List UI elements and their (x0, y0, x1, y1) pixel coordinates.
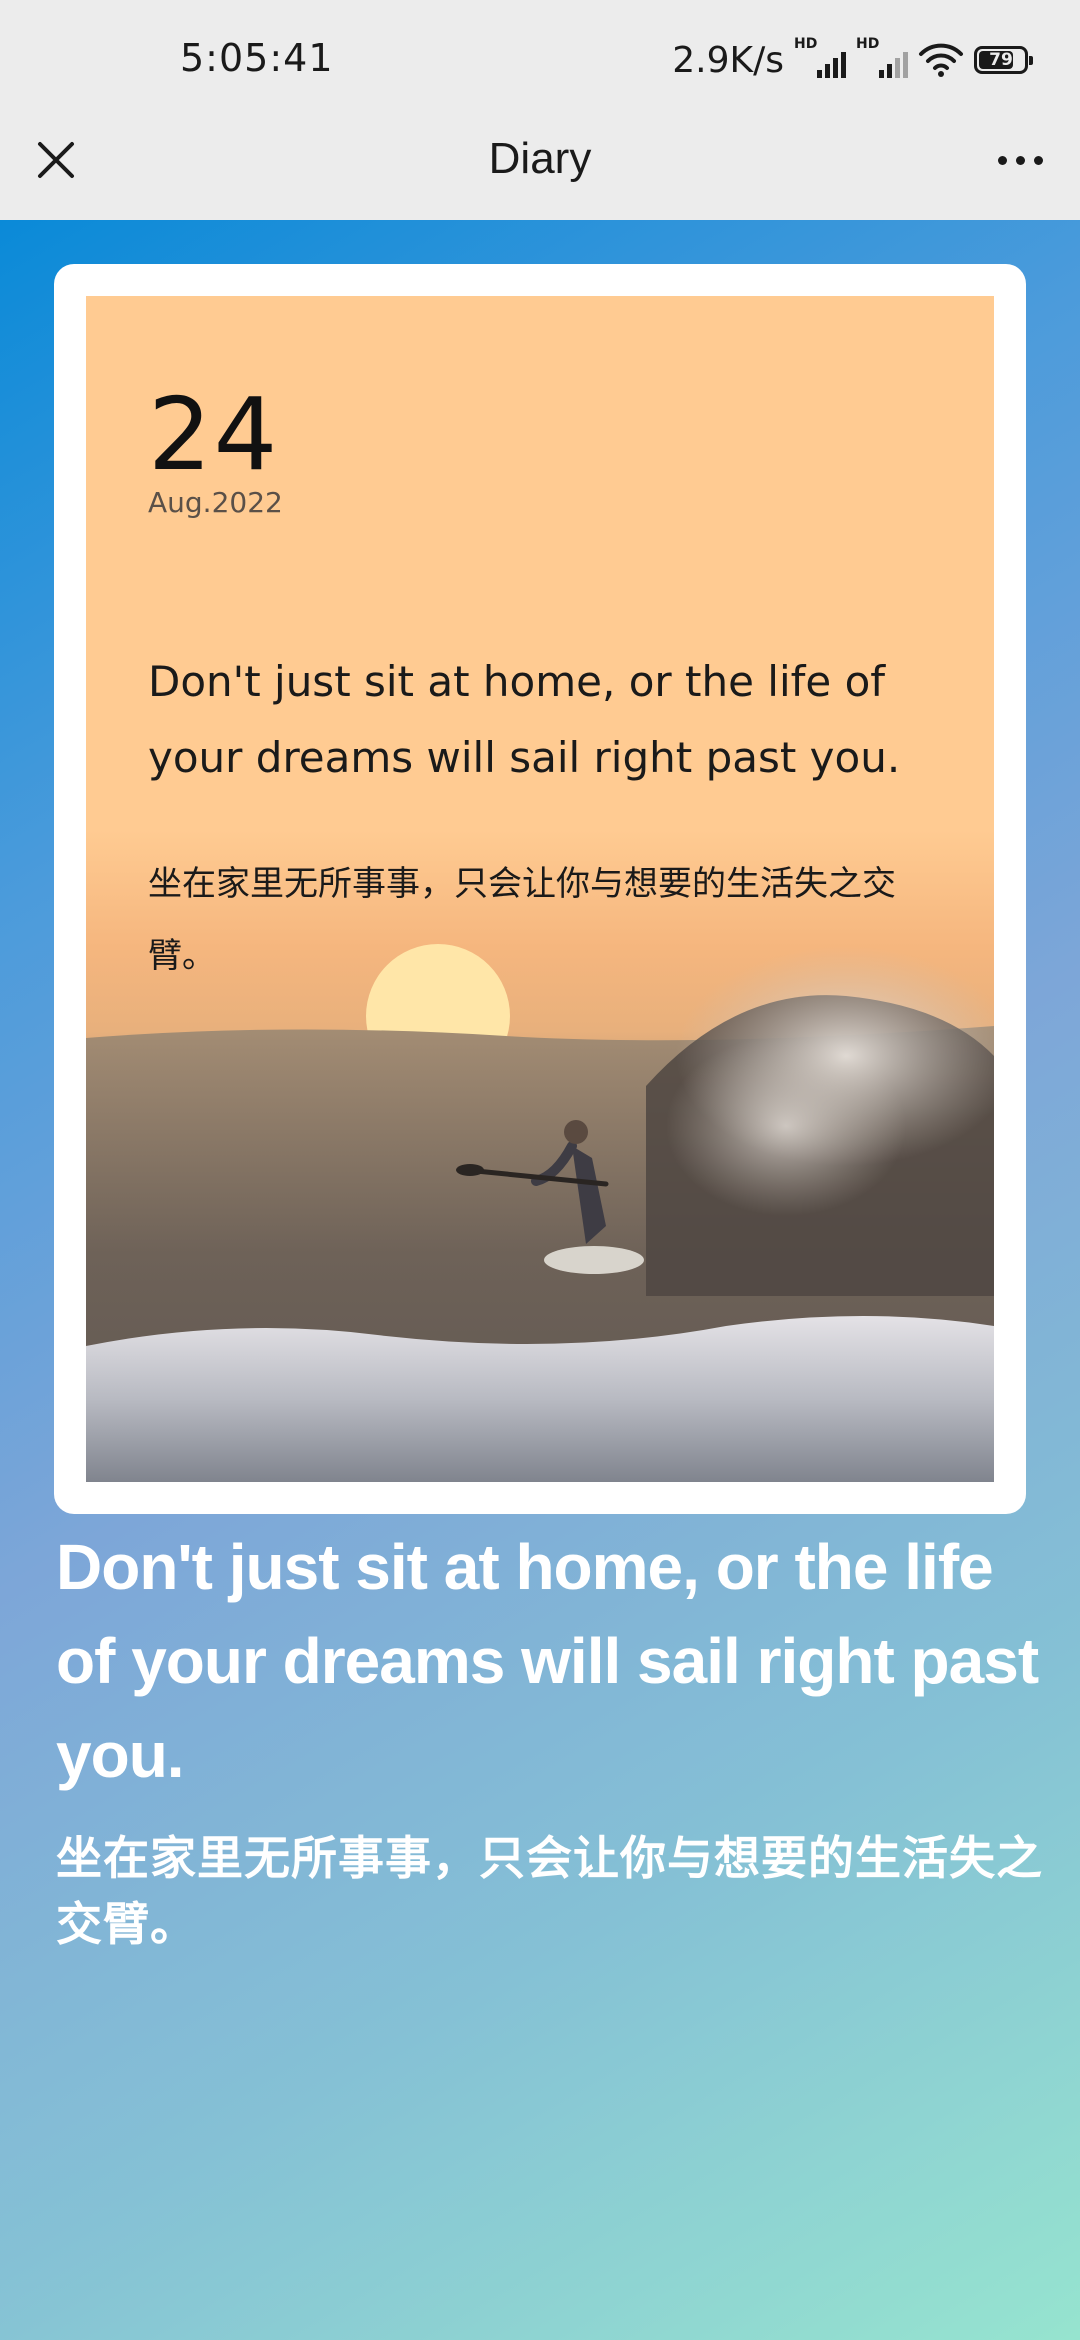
quote-chinese: 坐在家里无所事事，只会让你与想要的生活失之交臂。 (56, 1831, 1043, 1951)
surfer-at-sunset-photo: 24 Aug.2022 Don't just sit at home, or t… (86, 296, 994, 1482)
battery-percent: 79 (989, 50, 1013, 70)
signal-hd-icon: HD (794, 36, 846, 78)
more-icon (997, 155, 1007, 165)
card-quote-english: Don't just sit at home, or the life of y… (148, 657, 901, 782)
card-quote-chinese: 坐在家里无所事事，只会让你与想要的生活失之交臂。 (148, 864, 896, 976)
more-button[interactable] (988, 132, 1052, 188)
card-day: 24 (148, 376, 280, 493)
signal-hd-label: HD (794, 36, 818, 52)
wifi-icon (919, 43, 963, 77)
title-bar: Diary (0, 112, 1080, 220)
signal-hd-label: HD (856, 36, 880, 52)
signal-hd-icon: HD (856, 36, 908, 78)
status-indicators: 2.9K/s HD HD 79 (672, 36, 1033, 84)
status-time: 5:05:41 (180, 36, 334, 80)
status-bar: 5:05:41 2.9K/s HD HD 79 (0, 0, 1080, 112)
diary-card[interactable]: 24 Aug.2022 Don't just sit at home, or t… (54, 264, 1026, 1514)
network-speed: 2.9K/s (672, 39, 784, 81)
diary-content: 24 Aug.2022 Don't just sit at home, or t… (0, 220, 1080, 2340)
quote-english: Don't just sit at home, or the life of y… (56, 1531, 1039, 1791)
card-month-year: Aug.2022 (148, 486, 283, 519)
battery-icon: 79 (974, 46, 1033, 74)
page-title: Diary (488, 134, 592, 183)
